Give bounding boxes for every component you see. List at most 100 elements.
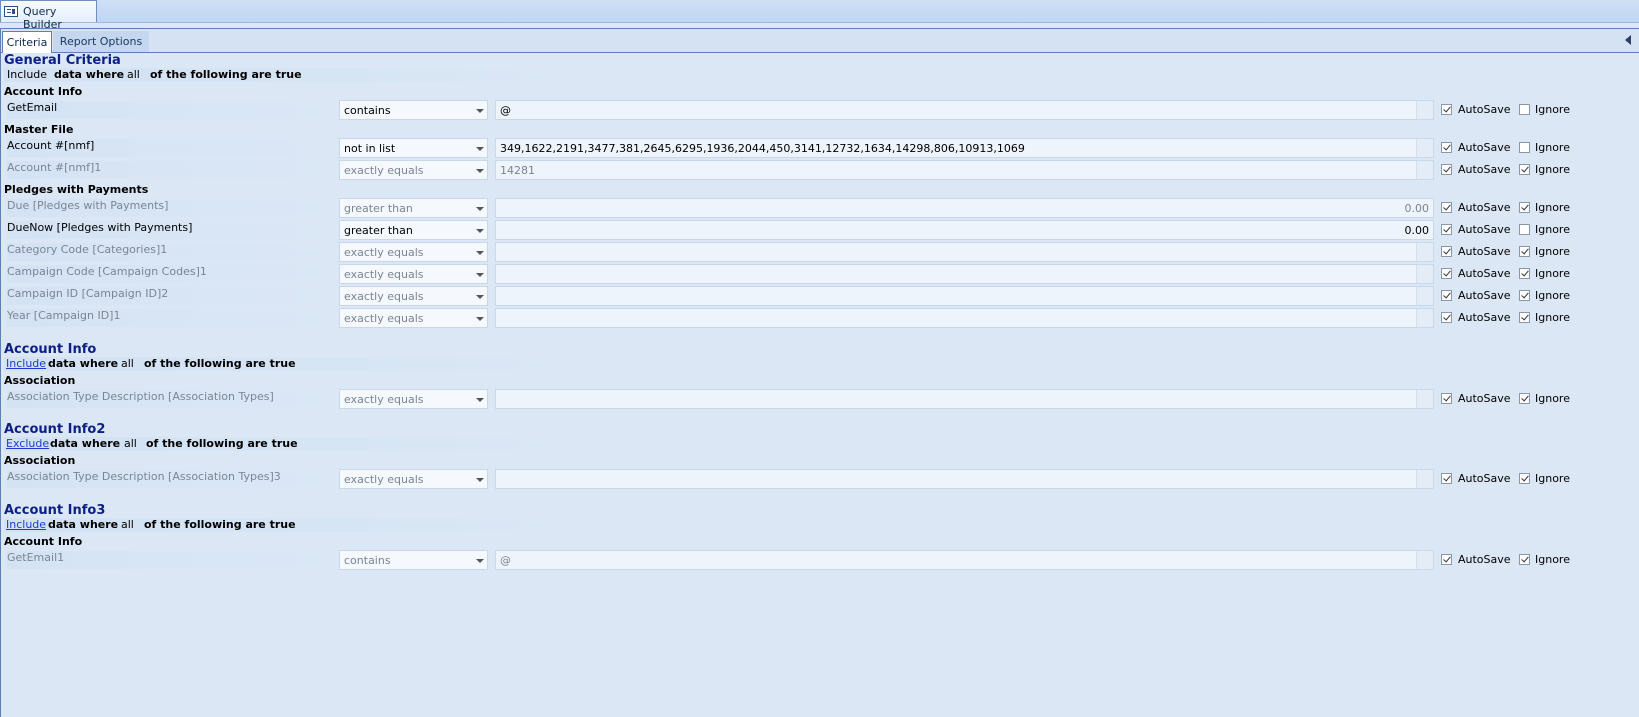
- autosave-label: AutoSave: [1458, 289, 1511, 302]
- criteria-value-input[interactable]: @: [495, 100, 1434, 120]
- autosave-checkbox[interactable]: [1441, 246, 1452, 257]
- criteria-row: GetEmail contains @ AutoSave Ignore: [1, 100, 1639, 120]
- ignore-label: Ignore: [1535, 141, 1570, 154]
- field-name: Account #[nmf]: [7, 139, 337, 157]
- operator-dropdown[interactable]: exactly equals: [339, 286, 488, 306]
- autosave-checkbox[interactable]: [1441, 290, 1452, 301]
- value-picker-button[interactable]: [1416, 470, 1433, 488]
- autosave-checkbox[interactable]: [1441, 393, 1452, 404]
- ignore-checkbox[interactable]: [1519, 290, 1530, 301]
- ignore-checkbox[interactable]: [1519, 393, 1530, 404]
- operator-dropdown[interactable]: contains: [339, 100, 488, 120]
- chevron-down-icon[interactable]: [471, 551, 487, 569]
- quantifier-selector[interactable]: all: [121, 357, 134, 370]
- autosave-checkbox[interactable]: [1441, 554, 1452, 565]
- criteria-value-input[interactable]: [495, 469, 1434, 489]
- operator-dropdown[interactable]: greater than: [339, 198, 488, 218]
- chevron-down-icon[interactable]: [471, 139, 487, 157]
- criteria-value-input[interactable]: [495, 286, 1434, 306]
- value-picker-button[interactable]: [1416, 309, 1433, 327]
- collapse-arrow-icon[interactable]: [1625, 35, 1631, 45]
- criteria-value-input[interactable]: [495, 264, 1434, 284]
- autosave-checkbox[interactable]: [1441, 142, 1452, 153]
- chevron-down-icon[interactable]: [471, 199, 487, 217]
- value-picker-button[interactable]: [1416, 101, 1433, 119]
- chevron-down-icon[interactable]: [471, 309, 487, 327]
- include-exclude-link[interactable]: Exclude: [6, 437, 49, 450]
- field-name: Year [Campaign ID]1: [7, 309, 337, 327]
- criteria-row: Year [Campaign ID]1 exactly equals AutoS…: [1, 308, 1639, 328]
- criteria-value-input[interactable]: [495, 308, 1434, 328]
- quantifier-selector[interactable]: all: [121, 518, 134, 531]
- operator-dropdown[interactable]: exactly equals: [339, 469, 488, 489]
- criteria-row: GetEmail1 contains @ AutoSave Ignore: [1, 550, 1639, 570]
- include-exclude-link[interactable]: Include: [6, 357, 46, 370]
- ignore-checkbox[interactable]: [1519, 142, 1530, 153]
- autosave-checkbox[interactable]: [1441, 473, 1452, 484]
- ignore-checkbox[interactable]: [1519, 554, 1530, 565]
- ignore-checkbox[interactable]: [1519, 268, 1530, 279]
- ignore-checkbox[interactable]: [1519, 246, 1530, 257]
- operator-dropdown[interactable]: exactly equals: [339, 264, 488, 284]
- chevron-down-icon[interactable]: [471, 161, 487, 179]
- autosave-checkbox[interactable]: [1441, 202, 1452, 213]
- operator-dropdown[interactable]: exactly equals: [339, 389, 488, 409]
- value-picker-button[interactable]: [1416, 243, 1433, 261]
- ignore-checkbox[interactable]: [1519, 312, 1530, 323]
- criteria-value-input[interactable]: 0.00: [495, 220, 1434, 240]
- chevron-down-icon[interactable]: [471, 221, 487, 239]
- value-picker-button[interactable]: [1416, 287, 1433, 305]
- ignore-label: Ignore: [1535, 223, 1570, 236]
- include-exclude-label: Include: [7, 68, 48, 81]
- autosave-checkbox[interactable]: [1441, 104, 1452, 115]
- chevron-down-icon[interactable]: [471, 470, 487, 488]
- criteria-row: Association Type Description [Associatio…: [1, 389, 1639, 409]
- operator-dropdown[interactable]: exactly equals: [339, 308, 488, 328]
- quantifier-selector[interactable]: all: [124, 437, 137, 450]
- criteria-value-input[interactable]: [495, 242, 1434, 262]
- value-picker-button[interactable]: [1416, 139, 1433, 157]
- chevron-down-icon[interactable]: [471, 243, 487, 261]
- autosave-checkbox[interactable]: [1441, 164, 1452, 175]
- query-builder-doc-tab[interactable]: Query Builder: [0, 0, 97, 31]
- operator-dropdown[interactable]: not in list: [339, 138, 488, 158]
- value-picker-button[interactable]: [1416, 161, 1433, 179]
- operator-dropdown[interactable]: contains: [339, 550, 488, 570]
- include-exclude-link[interactable]: Include: [6, 518, 46, 531]
- ignore-checkbox[interactable]: [1519, 164, 1530, 175]
- criteria-value-input[interactable]: @: [495, 550, 1434, 570]
- criteria-value-input[interactable]: [495, 389, 1434, 409]
- inner-tab-bar: Criteria Report Options: [1, 29, 1639, 53]
- autosave-checkbox[interactable]: [1441, 224, 1452, 235]
- tab-report-options[interactable]: Report Options: [53, 31, 149, 52]
- criteria-value-input[interactable]: 14281: [495, 160, 1434, 180]
- chevron-down-icon[interactable]: [471, 265, 487, 283]
- section-title: Account Info: [4, 342, 97, 357]
- value-picker-button[interactable]: [1416, 265, 1433, 283]
- ignore-checkbox[interactable]: [1519, 224, 1530, 235]
- field-name: Category Code [Categories]1: [7, 243, 337, 261]
- criteria-value-input[interactable]: 0.00: [495, 198, 1434, 218]
- chevron-down-icon[interactable]: [471, 101, 487, 119]
- ignore-checkbox[interactable]: [1519, 473, 1530, 484]
- criteria-row: Due [Pledges with Payments] greater than…: [1, 198, 1639, 218]
- chevron-down-icon[interactable]: [471, 287, 487, 305]
- field-name: Account #[nmf]1: [7, 161, 337, 179]
- autosave-checkbox[interactable]: [1441, 312, 1452, 323]
- operator-dropdown[interactable]: greater than: [339, 220, 488, 240]
- value-picker-button[interactable]: [1416, 390, 1433, 408]
- operator-dropdown[interactable]: exactly equals: [339, 160, 488, 180]
- tab-criteria[interactable]: Criteria: [2, 31, 52, 53]
- chevron-down-icon[interactable]: [471, 390, 487, 408]
- autosave-checkbox[interactable]: [1441, 268, 1452, 279]
- autosave-label: AutoSave: [1458, 103, 1511, 116]
- group-label: Account Info: [4, 535, 83, 548]
- ignore-checkbox[interactable]: [1519, 104, 1530, 115]
- quantifier-selector[interactable]: all: [127, 68, 140, 81]
- criteria-value-input[interactable]: 349,1622,2191,3477,381,2645,6295,1936,20…: [495, 138, 1434, 158]
- value-picker-button[interactable]: [1416, 551, 1433, 569]
- value-number: 0.00: [1404, 224, 1430, 237]
- operator-dropdown[interactable]: exactly equals: [339, 242, 488, 262]
- data-where-label: data where: [50, 437, 121, 450]
- ignore-checkbox[interactable]: [1519, 202, 1530, 213]
